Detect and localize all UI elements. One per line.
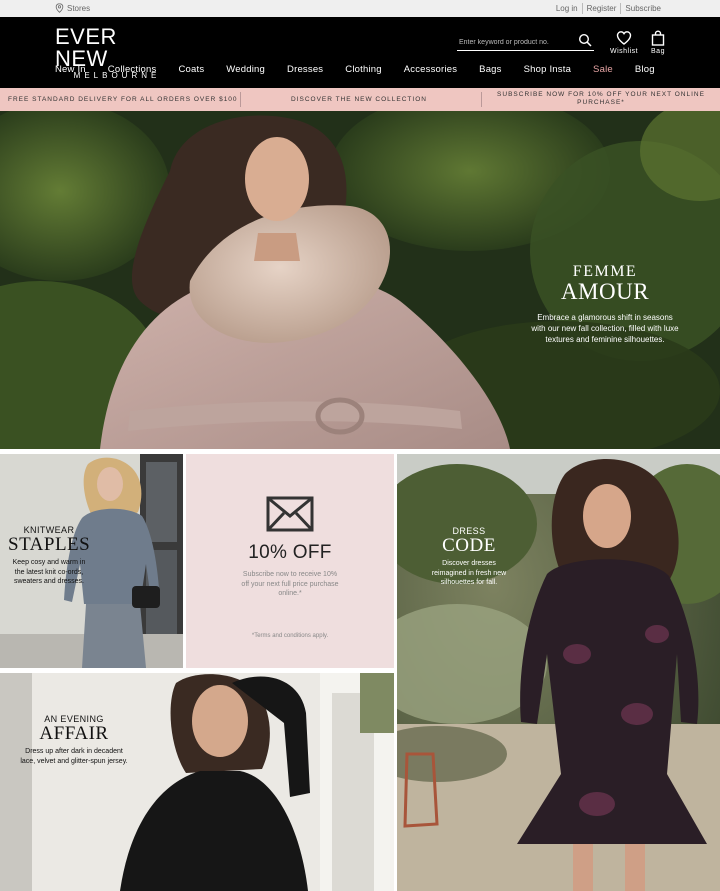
knitwear-tile[interactable]: KNITWEAR STAPLES Keep cosy and warm in t… bbox=[0, 454, 183, 668]
evening-affair-title: AFFAIR bbox=[39, 723, 109, 744]
stores-link[interactable]: Stores bbox=[55, 3, 90, 13]
nav-item-collections[interactable]: Collections bbox=[108, 64, 157, 75]
evening-image bbox=[0, 673, 394, 891]
promo-delivery[interactable]: FREE STANDARD DELIVERY FOR ALL ORDERS OV… bbox=[8, 96, 238, 104]
evening-affair-description: Dress up after dark in decadent lace, ve… bbox=[20, 748, 128, 765]
utility-bar: Stores Log in Register Subscribe bbox=[0, 0, 720, 17]
bag-label: Bag bbox=[651, 48, 665, 55]
location-pin-icon bbox=[55, 3, 64, 13]
promo-bar: FREE STANDARD DELIVERY FOR ALL ORDERS OV… bbox=[0, 88, 720, 111]
divider bbox=[240, 92, 241, 107]
knitwear-text: KNITWEAR STAPLES Keep cosy and warm in t… bbox=[8, 525, 90, 587]
evening-affair-text: AN EVENING AFFAIR Dress up after dark in… bbox=[18, 714, 130, 766]
nav-item-shop-insta[interactable]: Shop Insta bbox=[524, 64, 571, 75]
evening-affair-tile[interactable]: AN EVENING AFFAIR Dress up after dark in… bbox=[0, 673, 394, 891]
nav-item-dresses[interactable]: Dresses bbox=[287, 64, 323, 75]
hero-description: Embrace a glamorous shift in seasons wit… bbox=[531, 313, 679, 344]
stores-label: Stores bbox=[67, 3, 91, 13]
search-input[interactable] bbox=[457, 33, 572, 52]
promo-terms: *Terms and conditions apply. bbox=[251, 633, 329, 639]
divider bbox=[481, 92, 482, 107]
knitwear-description: Keep cosy and warm in the latest knit co… bbox=[12, 559, 86, 585]
nav-item-bags[interactable]: Bags bbox=[479, 64, 501, 75]
dress-code-title: CODE bbox=[442, 535, 496, 556]
nav-item-sale[interactable]: Sale bbox=[593, 64, 613, 75]
subscribe-promo-content: 10% OFF Subscribe now to receive 10% off… bbox=[186, 454, 394, 668]
dress-code-tile[interactable]: DRESS CODE Discover dresses reimagined i… bbox=[397, 454, 720, 891]
account-links: Log in Register Subscribe bbox=[552, 3, 665, 14]
envelope-icon bbox=[266, 496, 314, 532]
dress-code-description: Discover dresses reimagined in fresh new… bbox=[431, 560, 507, 586]
promo-offer: 10% OFF bbox=[248, 542, 332, 563]
hero-text: FEMME AMOUR Embrace a glamorous shift in… bbox=[530, 263, 680, 345]
bag-button[interactable]: Bag bbox=[650, 30, 666, 55]
heart-icon bbox=[616, 31, 632, 45]
nav-item-wedding[interactable]: Wedding bbox=[226, 64, 265, 75]
hero-banner[interactable]: FEMME AMOUR Embrace a glamorous shift in… bbox=[0, 111, 720, 449]
login-link[interactable]: Log in bbox=[552, 4, 582, 14]
dress-image bbox=[397, 454, 720, 891]
nav-item-new-in[interactable]: New In bbox=[55, 64, 86, 75]
dress-code-text: DRESS CODE Discover dresses reimagined i… bbox=[427, 526, 511, 588]
knitwear-title: STAPLES bbox=[8, 534, 91, 555]
subscribe-promo-tile[interactable]: 10% OFF Subscribe now to receive 10% off… bbox=[186, 454, 394, 668]
register-link[interactable]: Register bbox=[583, 4, 621, 14]
nav-item-clothing[interactable]: Clothing bbox=[345, 64, 381, 75]
shopping-bag-icon bbox=[651, 30, 665, 46]
site-header: EVER NEW MELBOURNE Wishlist Bag New In C… bbox=[0, 17, 720, 88]
hero-title: AMOUR bbox=[560, 279, 650, 304]
search-bar bbox=[457, 31, 594, 52]
promo-subscribe[interactable]: SUBSCRIBE NOW FOR 10% OFF YOUR NEXT ONLI… bbox=[490, 91, 712, 107]
nav-item-coats[interactable]: Coats bbox=[178, 64, 204, 75]
wishlist-button[interactable]: Wishlist bbox=[610, 30, 638, 55]
nav-item-blog[interactable]: Blog bbox=[635, 64, 655, 75]
main-nav: New In Collections Coats Wedding Dresses… bbox=[55, 64, 677, 75]
search-icon[interactable] bbox=[578, 33, 592, 47]
subscribe-link[interactable]: Subscribe bbox=[621, 4, 665, 14]
nav-item-accessories[interactable]: Accessories bbox=[404, 64, 457, 75]
promo-discover[interactable]: DISCOVER THE NEW COLLECTION bbox=[291, 96, 427, 104]
wishlist-label: Wishlist bbox=[610, 48, 639, 55]
promo-description: Subscribe now to receive 10% off your ne… bbox=[241, 571, 339, 597]
